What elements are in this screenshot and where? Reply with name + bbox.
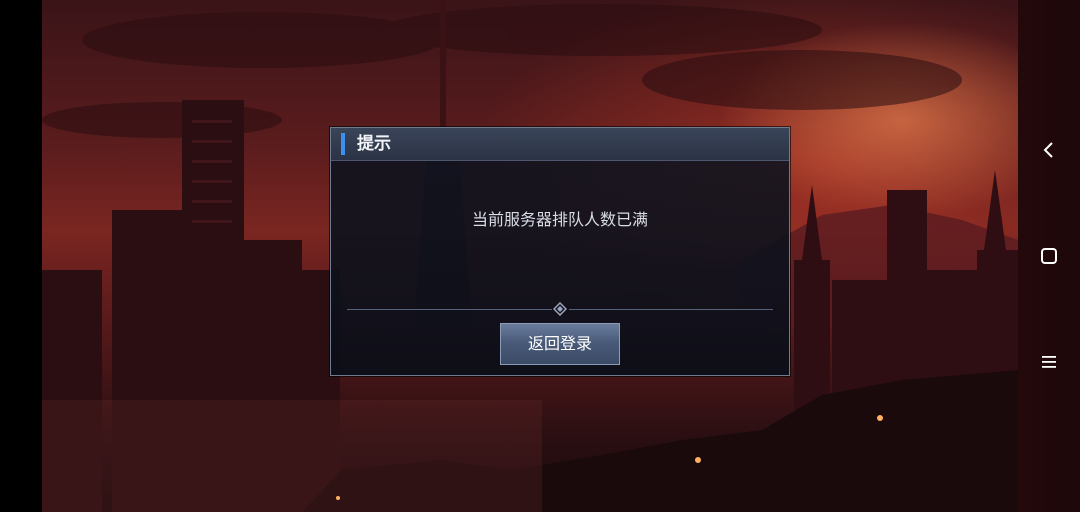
- diamond-emblem-icon: [553, 302, 567, 316]
- return-login-button[interactable]: 返回登录: [500, 323, 620, 365]
- dialog-message: 当前服务器排队人数已满: [471, 210, 648, 229]
- divider-right: [569, 309, 773, 310]
- menu-button[interactable]: [1034, 347, 1064, 377]
- notice-dialog: 提示 当前服务器排队人数已满 返回登录: [330, 127, 790, 376]
- back-button[interactable]: [1034, 135, 1064, 165]
- header-accent-bar: [341, 133, 345, 155]
- dialog-title: 提示: [357, 134, 391, 154]
- chevron-left-icon: [1043, 142, 1053, 158]
- hamburger-icon: [1042, 356, 1056, 368]
- system-navigation-bar: [1018, 0, 1080, 512]
- left-black-bar: [0, 0, 42, 512]
- divider-left: [347, 309, 552, 310]
- home-button[interactable]: [1034, 241, 1064, 271]
- square-icon: [1041, 248, 1057, 264]
- dialog-header: 提示: [331, 128, 789, 161]
